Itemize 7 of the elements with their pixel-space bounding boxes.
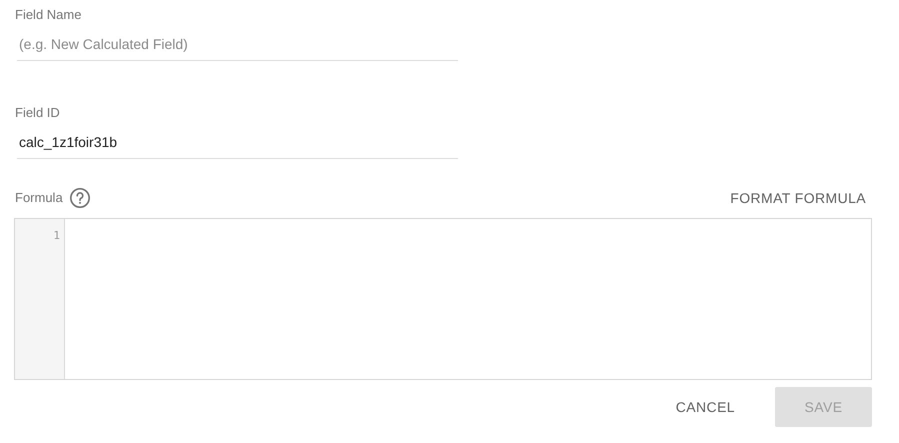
format-formula-button[interactable]: FORMAT FORMULA: [724, 186, 872, 210]
field-label: Field Name: [15, 6, 82, 24]
field-label: Formula: [15, 189, 63, 207]
help-icon[interactable]: [68, 187, 91, 209]
field-label: Field ID: [15, 104, 61, 122]
line-number: 1: [53, 229, 60, 242]
cancel-button[interactable]: CANCEL: [670, 395, 741, 419]
